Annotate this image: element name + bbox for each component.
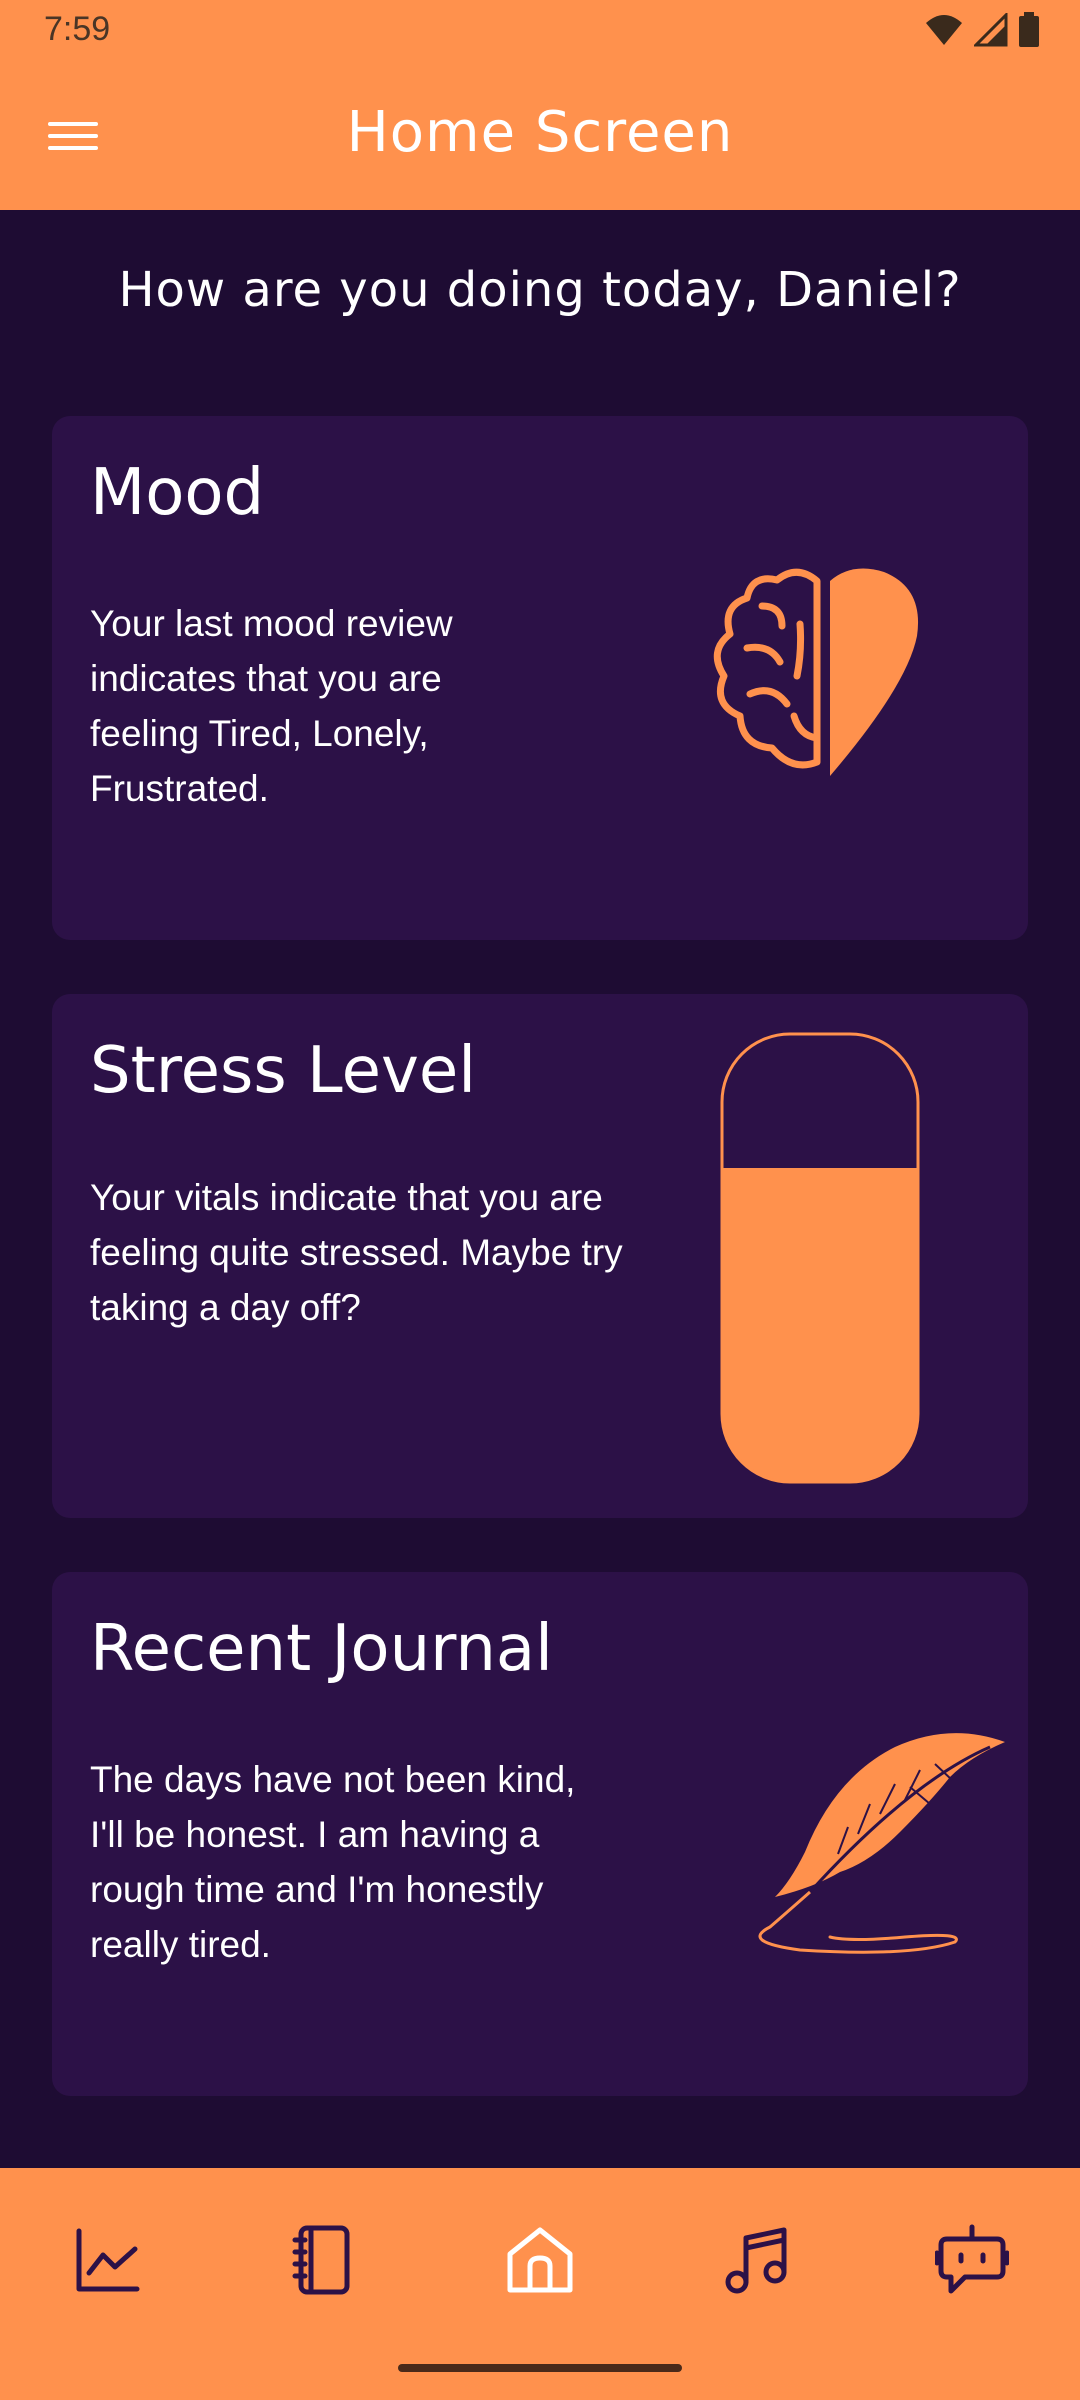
status-time: 7:59: [44, 10, 111, 48]
home-indicator[interactable]: [398, 2364, 682, 2372]
nav-music[interactable]: [706, 2210, 806, 2310]
stress-card-text: Your vitals indicate that you are feelin…: [90, 1177, 623, 1328]
journal-card-title: Recent Journal: [90, 1612, 553, 1686]
status-bar: 7:59: [0, 0, 1080, 60]
stress-card-title: Stress Level: [90, 1034, 476, 1108]
brain-heart-icon: [713, 568, 919, 776]
quill-feather-icon: [758, 1733, 1005, 1954]
notebook-icon: [292, 2225, 350, 2295]
nav-home[interactable]: [490, 2210, 590, 2310]
app-bar: Home Screen: [0, 60, 1080, 210]
nav-journal[interactable]: [272, 2210, 372, 2310]
home-icon: [507, 2227, 573, 2293]
mood-card-text: Your last mood review indicates that you…: [90, 603, 453, 809]
stress-level-gauge: [720, 1032, 920, 1484]
battery-icon: [1019, 12, 1039, 47]
mood-card[interactable]: Mood Your last mood review indicates tha…: [52, 416, 1028, 940]
greeting-text: How are you doing today, Daniel?: [118, 262, 962, 318]
stress-level-fill: [722, 1168, 918, 1482]
music-note-icon: [725, 2227, 787, 2294]
chatbot-icon: [935, 2224, 1009, 2294]
wifi-icon: [926, 15, 962, 45]
chart-line-icon: [76, 2228, 140, 2292]
recent-journal-card[interactable]: Recent Journal The days have not been ki…: [52, 1572, 1028, 2096]
nav-stats[interactable]: [58, 2210, 158, 2310]
mood-card-title: Mood: [90, 456, 265, 530]
journal-card-text: The days have not been kind, I'll be hon…: [90, 1759, 576, 1965]
stress-level-card[interactable]: Stress Level Your vitals indicate that y…: [52, 994, 1028, 1518]
signal-icon: [974, 13, 1008, 47]
page-title: Home Screen: [346, 100, 734, 165]
nav-chatbot[interactable]: [922, 2210, 1022, 2310]
status-icons: [924, 12, 1040, 48]
